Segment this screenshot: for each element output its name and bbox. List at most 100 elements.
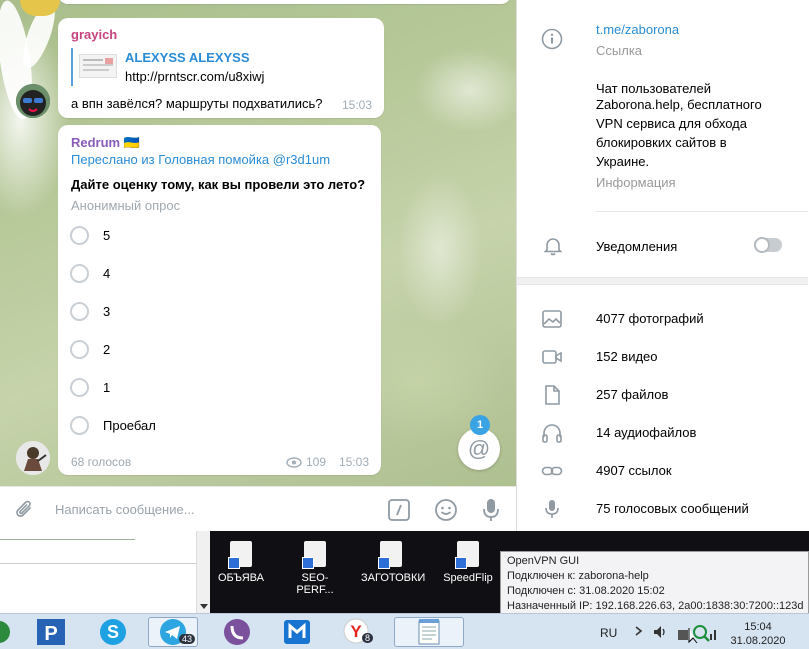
taskbar-app[interactable] [0, 617, 24, 647]
divider [0, 563, 196, 564]
avatar[interactable] [16, 441, 50, 475]
photo-icon [542, 310, 562, 328]
shortcut-icon [302, 541, 326, 569]
bell-icon [543, 238, 563, 256]
link-icon [541, 466, 563, 476]
taskbar-app-telegram[interactable]: 43 [148, 617, 198, 647]
previous-message-bubble [58, 0, 511, 4]
poll-option[interactable]: 1 [70, 375, 110, 399]
avatar-image [16, 84, 50, 118]
poll-message-bubble[interactable]: Redrum 🇺🇦 Переслано из Головная помойка … [58, 125, 381, 475]
chat-link-caption: Ссылка [596, 43, 643, 58]
eye-icon [286, 456, 302, 468]
message-time: 15:03 [339, 455, 370, 469]
chat-info-panel: t.me/zaborona Ссылка Чат пользователей Z… [516, 0, 808, 531]
info-icon [541, 28, 563, 50]
toggle-knob [754, 237, 770, 253]
network-status-icon[interactable] [676, 622, 720, 644]
description-line: Чат пользователей [596, 81, 711, 96]
desktop-shortcut[interactable]: SpeedFlip [438, 541, 498, 584]
scroll-down-arrow[interactable] [200, 604, 208, 609]
shortcut-label: ЗАГОТОВКИ [361, 572, 426, 584]
media-row-label: 4907 ссылок [596, 463, 672, 478]
preview-url[interactable]: http://prntscr.com/u8xiwj [125, 69, 264, 84]
radio-circle[interactable] [70, 415, 89, 435]
media-row-files[interactable]: 257 файлов [517, 376, 808, 414]
desktop-shortcut[interactable]: SEO-PERF... [285, 541, 345, 596]
message-input[interactable]: Написать сообщение... [55, 502, 195, 517]
taskbar-app[interactable] [212, 617, 262, 647]
avatar[interactable] [16, 84, 50, 118]
link-preview[interactable]: ALEXYSS ALEXYSS http://prntscr.com/u8xiw… [71, 48, 371, 86]
media-row-videos[interactable]: 152 видео [517, 338, 808, 376]
forwarded-from[interactable]: Переслано из Головная помойка @r3d1um [71, 152, 330, 167]
app-icon [0, 621, 10, 643]
poll-option[interactable]: 5 [70, 223, 110, 247]
message-bubble[interactable]: grayich ALEXYSS ALEXYSS http://prntscr.c… [58, 18, 384, 118]
preview-title: ALEXYSS ALEXYSS [125, 50, 250, 65]
tray-expand-icon[interactable] [632, 624, 644, 638]
description-caption: Информация [596, 175, 676, 190]
view-count-number: 109 [306, 455, 327, 469]
poll-type: Анонимный опрос [71, 198, 181, 213]
radio-circle[interactable] [70, 301, 89, 321]
taskbar-app[interactable]: Y 8 [332, 617, 382, 647]
media-row-label: 75 голосовых сообщений [596, 501, 749, 516]
microphone-icon[interactable] [481, 497, 501, 523]
volume-icon[interactable] [652, 624, 668, 640]
media-row-label: 4077 фотографий [596, 311, 704, 326]
notifications-toggle[interactable] [754, 237, 782, 253]
media-row-voice[interactable]: 75 голосовых сообщений [517, 490, 808, 528]
poll-option[interactable]: 4 [70, 261, 110, 285]
desktop-shortcut[interactable]: ОБЪЯВА [211, 541, 271, 584]
poll-option-label: 3 [103, 303, 111, 319]
radio-circle[interactable] [70, 263, 89, 283]
taskbar-app[interactable] [272, 617, 322, 647]
notepad-icon [418, 619, 440, 645]
media-row-links[interactable]: 4907 ссылок [517, 452, 808, 490]
bot-command-icon[interactable] [387, 498, 411, 522]
taskbar-app[interactable] [394, 617, 464, 647]
radio-circle[interactable] [70, 225, 89, 245]
shortcut-label: SEO-PERF... [296, 572, 334, 596]
unread-badge: 8 [362, 633, 374, 643]
viber-icon [224, 619, 250, 645]
radio-circle[interactable] [70, 377, 89, 397]
divider [596, 211, 808, 212]
message-sender[interactable]: grayich [71, 27, 117, 42]
shortcut-label: SpeedFlip [443, 572, 493, 584]
clock-date: 31.08.2020 [730, 635, 786, 647]
message-sender[interactable]: Redrum 🇺🇦 [71, 135, 140, 151]
media-row-label: 14 аудиофайлов [596, 425, 697, 440]
tooltip-title: OpenVPN GUI [507, 555, 580, 567]
taskbar-app[interactable]: S [88, 617, 138, 647]
screen: grayich ALEXYSS ALEXYSS http://prntscr.c… [0, 0, 809, 649]
shortcut-icon [378, 541, 402, 569]
poll-option[interactable]: 2 [70, 337, 110, 361]
scrollbar[interactable] [196, 531, 210, 613]
shortcut-label: ОБЪЯВА [217, 572, 264, 584]
media-row-label: 152 видео [596, 349, 658, 364]
emoji-icon[interactable] [434, 498, 458, 522]
poll-option-label: 2 [103, 341, 111, 357]
attach-icon[interactable] [14, 499, 36, 521]
radio-circle[interactable] [70, 339, 89, 359]
svg-text:Y: Y [350, 622, 362, 641]
system-clock[interactable]: 15:04 31.08.2020 [728, 620, 788, 648]
poll-option[interactable]: Проебал [70, 413, 156, 437]
clock-time: 15:04 [744, 621, 772, 633]
tooltip-line: Назначенный IP: 192.168.226.63, 2a00:183… [507, 600, 804, 612]
poll-option[interactable]: 3 [70, 299, 110, 323]
compose-bar: Написать сообщение... [0, 486, 516, 531]
taskbar-app[interactable]: P [26, 617, 76, 647]
media-row-audio[interactable]: 14 аудиофайлов [517, 414, 808, 452]
desktop-shortcut[interactable]: ЗАГОТОВКИ [361, 541, 426, 584]
poll-option-label: 5 [103, 227, 111, 243]
media-row-photos[interactable]: 4077 фотографий [517, 300, 808, 338]
tooltip-line: Подключен с: 31.08.2020 15:02 [507, 585, 665, 597]
keyboard-language[interactable]: RU [600, 626, 617, 640]
divider [0, 539, 135, 540]
headphones-icon [542, 424, 562, 443]
poll-option-label: Проебал [103, 417, 156, 433]
chat-link[interactable]: t.me/zaborona [596, 22, 679, 37]
